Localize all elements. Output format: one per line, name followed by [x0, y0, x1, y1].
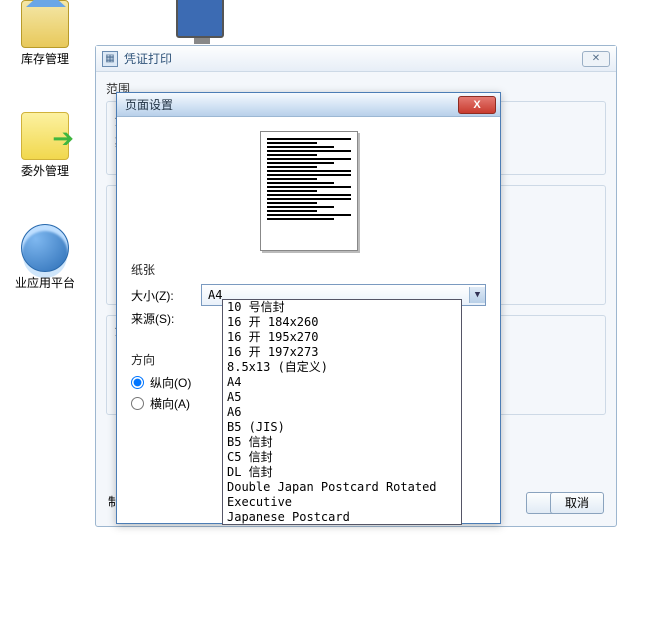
size-option[interactable]: C5 信封 — [223, 450, 461, 465]
size-option[interactable]: B5 (JIS) — [223, 420, 461, 435]
size-option[interactable]: B5 信封 — [223, 435, 461, 450]
size-option[interactable]: 10 号信封 — [223, 300, 461, 315]
size-dropdown-list[interactable]: 10 号信封16 开 184x26016 开 195x27016 开 197x2… — [222, 299, 462, 525]
size-option[interactable]: Japanese Postcard — [223, 510, 461, 525]
size-label: 大小(Z): — [131, 287, 201, 304]
desktop-icon-label: 业应用平台 — [0, 274, 90, 291]
portrait-label: 纵向(O) — [150, 374, 191, 391]
size-option[interactable]: 8.5x13 (自定义) — [223, 360, 461, 375]
size-option[interactable]: 16 开 195x270 — [223, 330, 461, 345]
size-option[interactable]: Executive — [223, 495, 461, 510]
window-icon: ▦ — [102, 51, 118, 67]
desktop-icon-label: 委外管理 — [0, 162, 90, 179]
window-title: 凭证打印 — [124, 50, 582, 67]
desktop-icon-platform[interactable]: 业应用平台 — [0, 224, 90, 291]
landscape-label: 横向(A) — [150, 395, 190, 412]
size-option[interactable]: Double Japan Postcard Rotated — [223, 480, 461, 495]
cancel-button[interactable]: 取消 — [550, 492, 604, 514]
size-option[interactable]: A5 — [223, 390, 461, 405]
monitor-icon — [176, 0, 224, 38]
paper-section-label: 纸张 — [131, 261, 486, 278]
globe-icon — [21, 224, 69, 272]
close-button[interactable]: ✕ — [582, 51, 610, 67]
page-preview — [260, 131, 358, 251]
close-button[interactable]: X — [458, 96, 496, 114]
portrait-radio[interactable] — [131, 376, 144, 389]
size-option[interactable]: 16 开 184x260 — [223, 315, 461, 330]
desktop-icon-monitor[interactable] — [155, 0, 245, 40]
dialog-title: 页面设置 — [121, 96, 458, 113]
house-icon — [21, 0, 69, 48]
titlebar: 页面设置 X — [117, 93, 500, 117]
landscape-radio[interactable] — [131, 397, 144, 410]
source-label: 来源(S): — [131, 310, 201, 327]
size-option[interactable]: A4 — [223, 375, 461, 390]
desktop-icon-label: 库存管理 — [0, 50, 90, 67]
folder-arrow-icon — [21, 112, 69, 160]
size-option[interactable]: A6 — [223, 405, 461, 420]
titlebar: ▦ 凭证打印 ✕ — [96, 46, 616, 72]
desktop-icon-inventory[interactable]: 库存管理 — [0, 0, 90, 67]
size-value: A4 — [208, 288, 222, 302]
size-option[interactable]: 16 开 197x273 — [223, 345, 461, 360]
desktop-icon-outsource[interactable]: 委外管理 — [0, 112, 90, 179]
chevron-down-icon: ▼ — [469, 287, 485, 303]
size-option[interactable]: DL 信封 — [223, 465, 461, 480]
